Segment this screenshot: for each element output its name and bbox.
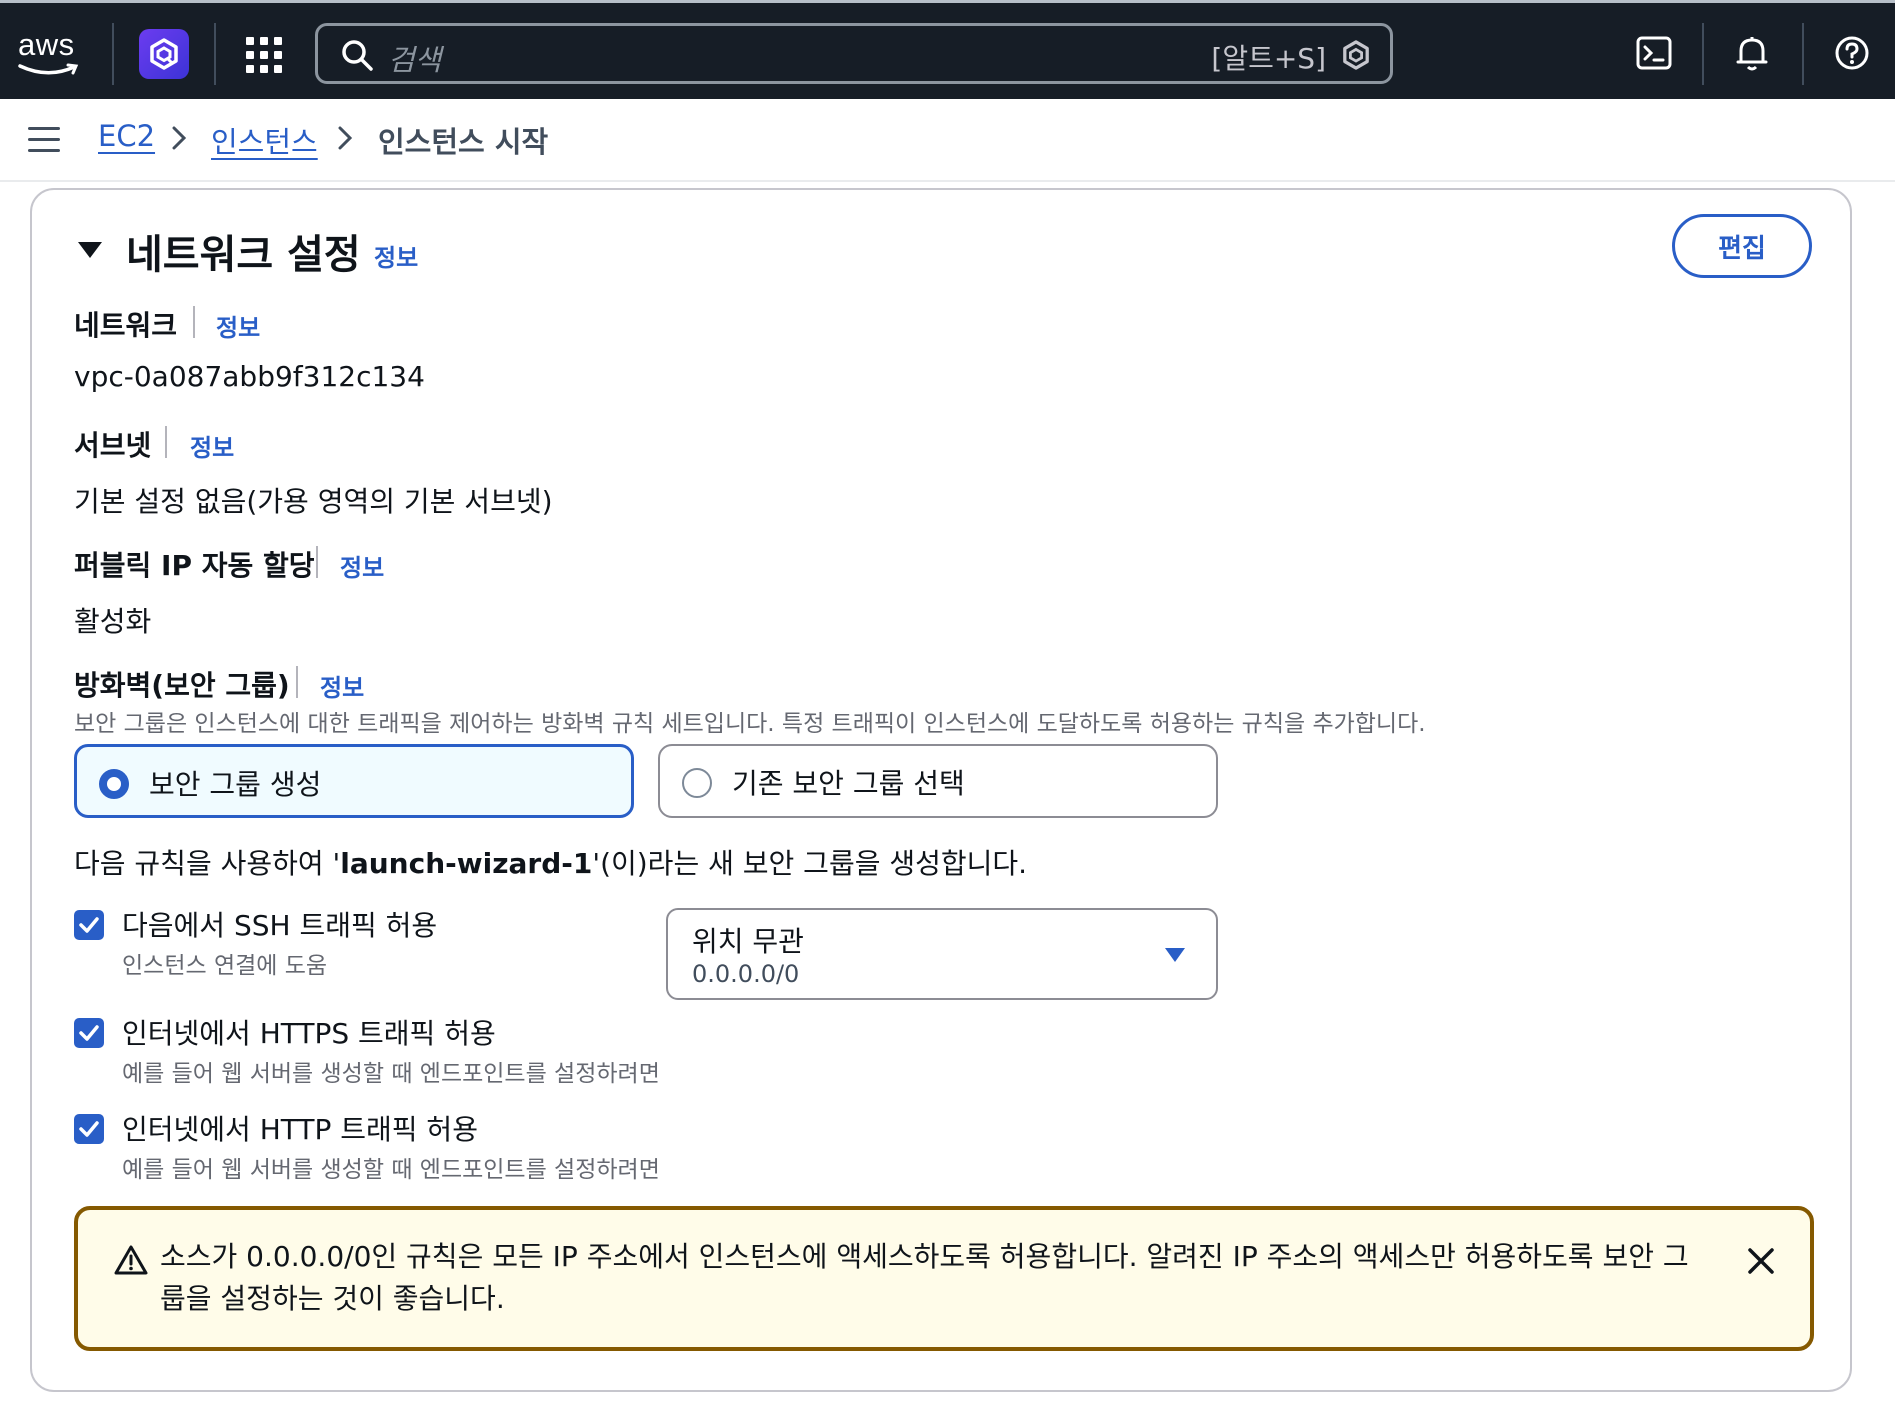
- menu-icon[interactable]: [28, 127, 60, 153]
- warning-icon: [114, 1245, 148, 1275]
- cloudshell-icon[interactable]: [1636, 35, 1672, 71]
- firewall-description: 보안 그룹은 인스턴스에 대한 트래픽을 제어하는 방화벽 규칙 세트입니다. …: [74, 711, 1426, 737]
- divider: [112, 23, 114, 85]
- https-rule-desc: 예를 들어 웹 서버를 생성할 때 엔드포인트를 설정하려면: [122, 1061, 660, 1087]
- breadcrumb-ec2[interactable]: EC2: [98, 119, 155, 153]
- caret-down-icon[interactable]: [76, 238, 104, 262]
- amazon-q-icon: [150, 38, 178, 70]
- firewall-label: 방화벽(보안 그룹): [74, 669, 290, 702]
- https-checkbox[interactable]: [74, 1018, 104, 1048]
- breadcrumb-current: 인스턴스 시작: [378, 125, 549, 159]
- ssh-rule-label: 다음에서 SSH 트래픽 허용: [122, 909, 438, 942]
- http-rule-label: 인터넷에서 HTTP 트래픽 허용: [122, 1113, 478, 1146]
- divider: [193, 306, 195, 338]
- breadcrumb: EC2 인스턴스 인스턴스 시작: [0, 99, 1895, 182]
- ssh-checkbox[interactable]: [74, 910, 104, 940]
- close-icon[interactable]: [1746, 1246, 1776, 1276]
- radio-unselected[interactable]: [682, 768, 712, 798]
- notifications-bell-icon[interactable]: [1734, 35, 1770, 73]
- rule-sentence-suffix: '(이)라는 새 보안 그룹을 생성합니다.: [592, 847, 1028, 880]
- divider: [165, 426, 167, 458]
- section-info-link[interactable]: 정보: [374, 238, 418, 273]
- http-checkbox[interactable]: [74, 1114, 104, 1144]
- edit-button[interactable]: 편집: [1672, 214, 1812, 278]
- chevron-right-icon: [338, 126, 353, 150]
- network-info-link[interactable]: 정보: [216, 308, 260, 343]
- chevron-right-icon: [172, 126, 187, 150]
- divider: [316, 546, 318, 578]
- security-group-name: launch-wizard-1: [340, 847, 593, 880]
- ssh-source-cidr: 0.0.0.0/0: [692, 960, 800, 988]
- amazon-q-icon: [1343, 40, 1369, 70]
- warning-alert: 소스가 0.0.0.0/0인 규칙은 모든 IP 주소에서 인스턴스에 액세스하…: [74, 1206, 1814, 1351]
- subnet-info-link[interactable]: 정보: [190, 428, 234, 463]
- amazon-q-button[interactable]: [139, 29, 189, 79]
- divider: [1702, 23, 1704, 85]
- checkmark-icon: [79, 917, 99, 933]
- divider: [1802, 23, 1804, 85]
- select-existing-security-group-option[interactable]: 기존 보안 그룹 선택: [658, 744, 1218, 818]
- rule-sentence: 다음 규칙을 사용하여 'launch-wizard-1'(이)라는 새 보안 …: [74, 842, 1027, 882]
- checkmark-icon: [79, 1025, 99, 1041]
- checkmark-icon: [79, 1121, 99, 1137]
- http-rule-desc: 예를 들어 웹 서버를 생성할 때 엔드포인트를 설정하려면: [122, 1157, 660, 1183]
- search-shortcut: [알트+S]: [1211, 42, 1326, 75]
- radio-selected[interactable]: [99, 769, 129, 799]
- create-security-group-label: 보안 그룹 생성: [149, 768, 322, 801]
- network-settings-panel: 네트워크 설정 정보 편집 네트워크 정보 vpc-0a087abb9f312c…: [30, 188, 1852, 1392]
- network-value: vpc-0a087abb9f312c134: [74, 360, 425, 393]
- divider: [214, 23, 216, 85]
- aws-logo[interactable]: aws: [14, 25, 84, 75]
- section-title: 네트워크 설정: [126, 232, 361, 278]
- breadcrumb-instances[interactable]: 인스턴스: [211, 119, 318, 161]
- search-input[interactable]: 검색 [알트+S]: [315, 23, 1393, 84]
- divider: [296, 666, 298, 698]
- ssh-source-select[interactable]: 위치 무관 0.0.0.0/0: [666, 908, 1218, 1000]
- firewall-info-link[interactable]: 정보: [320, 668, 364, 703]
- public-ip-info-link[interactable]: 정보: [340, 548, 384, 583]
- select-existing-security-group-label: 기존 보안 그룹 선택: [732, 767, 965, 800]
- subnet-value: 기본 설정 없음(가용 영역의 기본 서브넷): [74, 485, 553, 518]
- https-rule-label: 인터넷에서 HTTPS 트래픽 허용: [122, 1017, 496, 1050]
- services-menu-icon[interactable]: [246, 37, 282, 73]
- create-security-group-option[interactable]: 보안 그룹 생성: [74, 744, 634, 818]
- ssh-source-value: 위치 무관: [692, 925, 804, 958]
- ssh-rule-desc: 인스턴스 연결에 도움: [122, 953, 328, 979]
- caret-down-icon: [1165, 948, 1185, 962]
- search-placeholder: 검색: [388, 43, 442, 77]
- top-navigation-bar: aws 검색 [알트+S]: [0, 0, 1895, 99]
- aws-logo-text: aws: [18, 27, 75, 62]
- subnet-label: 서브넷: [74, 429, 152, 462]
- search-icon: [342, 40, 373, 71]
- public-ip-value: 활성화: [74, 605, 152, 638]
- help-icon[interactable]: [1834, 35, 1870, 71]
- rule-sentence-prefix: 다음 규칙을 사용하여 ': [74, 847, 341, 880]
- aws-smile-icon: [18, 63, 79, 75]
- network-label: 네트워크: [74, 309, 178, 342]
- public-ip-label: 퍼블릭 IP 자동 할당: [74, 549, 315, 582]
- warning-text: 소스가 0.0.0.0/0인 규칙은 모든 IP 주소에서 인스턴스에 액세스하…: [160, 1240, 1689, 1315]
